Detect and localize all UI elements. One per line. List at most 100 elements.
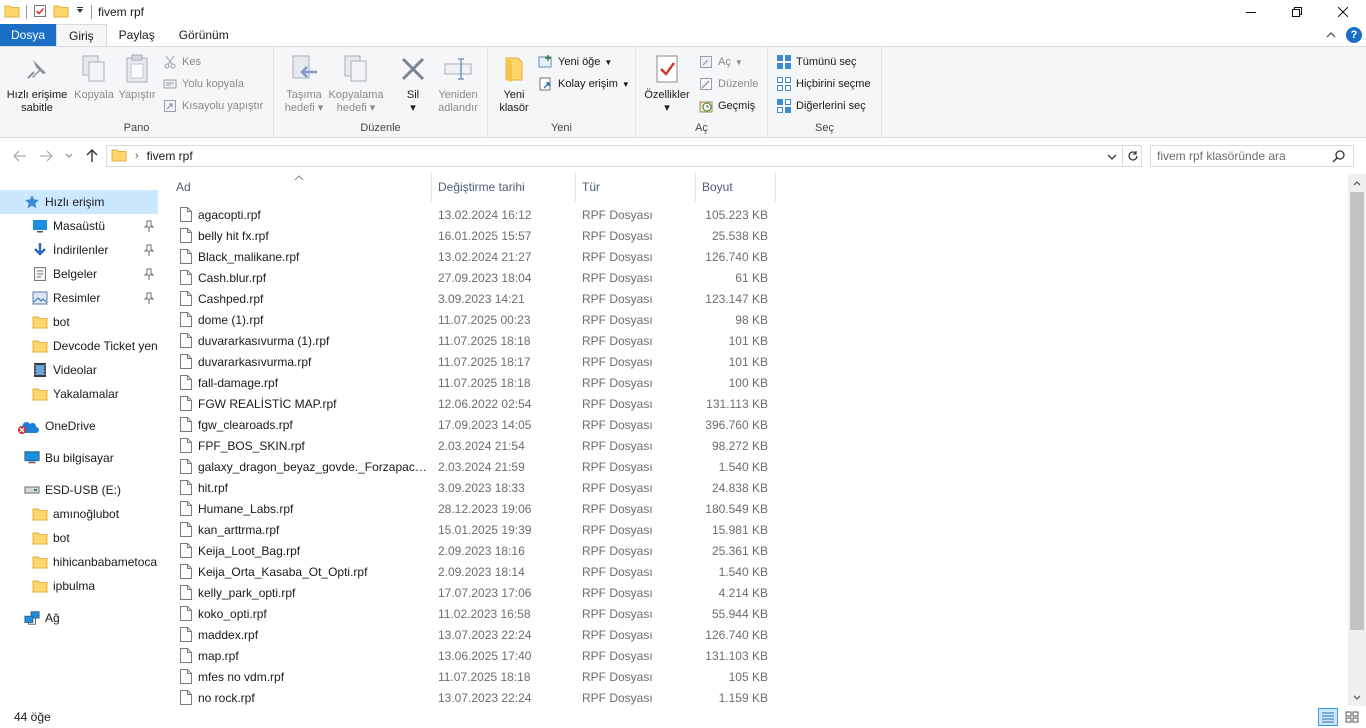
file-row[interactable]: duvararkasıvurma.rpf 11.07.2025 18:17 RPF … bbox=[176, 352, 776, 373]
column-header-modified[interactable]: Değiştirme tarihi bbox=[432, 172, 576, 202]
title-bar: fivem rpf bbox=[0, 0, 1366, 24]
address-dropdown-icon[interactable] bbox=[1107, 150, 1117, 164]
file-row[interactable]: fall-damage.rpf 11.07.2025 18:18 RPF Dosya… bbox=[176, 373, 776, 394]
file-row[interactable]: Cashped.rpf 3.09.2023 14:21 RPF Dosyası 123… bbox=[176, 289, 776, 310]
paste-button[interactable]: Yapıştır bbox=[116, 53, 158, 102]
file-row[interactable]: Cash.blur.rpf 27.09.2023 18:04 RPF Dosyası… bbox=[176, 268, 776, 289]
vertical-scrollbar[interactable] bbox=[1348, 174, 1366, 706]
file-row[interactable]: galaxy_dragon_beyaz_govde._Forzapack_...… bbox=[176, 457, 776, 478]
tab-file[interactable]: Dosya bbox=[0, 24, 56, 46]
scrollbar-thumb[interactable] bbox=[1350, 192, 1364, 630]
nav-item[interactable]: Hızlı erişim bbox=[0, 190, 158, 214]
cut-button[interactable]: Kes bbox=[162, 53, 201, 71]
nav-item[interactable]: İndirilenler bbox=[0, 238, 158, 262]
history-button[interactable]: Geçmiş bbox=[698, 97, 755, 115]
file-row[interactable]: map.rpf 13.06.2025 17:40 RPF Dosyası 131.10… bbox=[176, 646, 776, 667]
column-header-name[interactable]: Ad bbox=[170, 172, 432, 202]
delete-button[interactable]: Sil ▾ bbox=[394, 53, 432, 115]
nav-item[interactable]: amınoğlubot bbox=[0, 502, 158, 526]
large-icons-view-button[interactable] bbox=[1342, 708, 1362, 726]
restore-button[interactable] bbox=[1274, 0, 1320, 24]
properties-button[interactable]: Özellikler ▾ bbox=[640, 53, 694, 115]
tab-home[interactable]: Giriş bbox=[56, 24, 107, 46]
nav-item[interactable]: bot bbox=[0, 310, 158, 334]
column-header-type[interactable]: Tür bbox=[576, 172, 696, 202]
file-name: duvararkasıvurma (1).rpf bbox=[198, 334, 330, 348]
tab-view[interactable]: Görünüm bbox=[167, 24, 241, 46]
file-row[interactable]: Black_malikane.rpf 13.02.2024 21:27 RPF Do… bbox=[176, 247, 776, 268]
open-button[interactable]: Aç ▼ bbox=[698, 53, 743, 71]
pin-quick-access-button[interactable]: Hızlı erişime sabitle bbox=[4, 53, 70, 115]
search-input[interactable]: fivem rpf klasöründe ara bbox=[1150, 145, 1354, 167]
properties-icon[interactable] bbox=[33, 4, 47, 21]
nav-item[interactable]: Devcode Ticket yen bbox=[0, 334, 158, 358]
file-row[interactable]: belly hit fx.rpf 16.01.2025 15:57 RPF Dosy… bbox=[176, 226, 776, 247]
nav-item[interactable]: bot bbox=[0, 526, 158, 550]
paste-shortcut-button[interactable]: Kısayolu yapıştır bbox=[162, 97, 263, 115]
file-row[interactable]: fgw_clearoads.rpf 17.09.2023 14:05 RPF Dos… bbox=[176, 415, 776, 436]
file-row[interactable]: FPF_BOS_SKIN.rpf 2.03.2024 21:54 RPF Dosya… bbox=[176, 436, 776, 457]
folder-icon bbox=[32, 506, 48, 522]
minimize-button[interactable] bbox=[1228, 0, 1274, 24]
nav-item[interactable]: ipbulma bbox=[0, 574, 158, 598]
copy-path-button[interactable]: Yolu kopyala bbox=[162, 75, 244, 93]
file-row[interactable]: agacopti.rpf 13.02.2024 16:12 RPF Dosyası 1… bbox=[176, 205, 776, 226]
new-folder-button[interactable]: Yeni klasör bbox=[492, 53, 536, 115]
file-row[interactable]: kelly_park_opti.rpf 17.07.2023 17:06 RPF D… bbox=[176, 583, 776, 604]
collapse-ribbon-icon[interactable] bbox=[1326, 28, 1336, 42]
refresh-icon[interactable] bbox=[1122, 145, 1142, 167]
copy-to-button[interactable]: Kopyalama hedefi ▾ bbox=[326, 53, 386, 115]
up-button[interactable] bbox=[82, 147, 102, 165]
select-all-button[interactable]: Tümünü seç bbox=[776, 53, 857, 71]
help-icon[interactable]: ? bbox=[1346, 27, 1362, 43]
invert-selection-button[interactable]: Diğerlerini seç bbox=[776, 97, 866, 115]
file-type: RPF Dosyası bbox=[582, 376, 653, 390]
breadcrumb-current[interactable]: fivem rpf bbox=[147, 149, 193, 163]
file-row[interactable]: duvararkasıvurma (1).rpf 11.07.2025 18:18… bbox=[176, 331, 776, 352]
nav-item[interactable]: Resimler bbox=[0, 286, 158, 310]
chevron-down-icon[interactable] bbox=[75, 5, 85, 19]
nav-item[interactable]: Masaüstü bbox=[0, 214, 158, 238]
nav-item[interactable]: Yakalamalar bbox=[0, 382, 158, 406]
close-button[interactable] bbox=[1320, 0, 1366, 24]
recent-locations-button[interactable] bbox=[62, 147, 76, 165]
new-item-button[interactable]: Yeni öğe ▼ bbox=[538, 53, 612, 71]
file-row[interactable]: Keija_Loot_Bag.rpf 2.09.2023 18:16 RPF Dos… bbox=[176, 541, 776, 562]
nav-item[interactable]: OneDrive bbox=[0, 414, 158, 438]
file-row[interactable]: FGW REALİSTİC MAP.rpf 12.06.2022 02:54 RPF… bbox=[176, 394, 776, 415]
search-icon[interactable] bbox=[1332, 150, 1345, 166]
nav-item[interactable]: Ağ bbox=[0, 606, 158, 630]
address-bar[interactable]: › fivem rpf bbox=[106, 145, 1142, 167]
file-row[interactable]: hit.rpf 3.09.2023 18:33 RPF Dosyası 24.838 … bbox=[176, 478, 776, 499]
details-view-button[interactable] bbox=[1318, 708, 1338, 726]
nav-item[interactable]: hihicanbabametoca bbox=[0, 550, 158, 574]
desktop-icon bbox=[32, 218, 48, 234]
copy-button[interactable]: Kopyala bbox=[72, 53, 116, 102]
nav-item[interactable]: Videolar bbox=[0, 358, 158, 382]
nav-item[interactable]: ESD-USB (E:) bbox=[0, 478, 158, 502]
column-header-size[interactable]: Boyut bbox=[696, 172, 776, 202]
scroll-up-icon[interactable] bbox=[1348, 174, 1366, 191]
edit-button[interactable]: Düzenle bbox=[698, 75, 758, 93]
nav-item[interactable]: Belgeler bbox=[0, 262, 158, 286]
move-to-button[interactable]: Taşıma hedefi ▾ bbox=[278, 53, 330, 115]
new-folder-icon[interactable] bbox=[53, 4, 69, 21]
file-row[interactable]: dome (1).rpf 11.07.2025 00:23 RPF Dosyası 9… bbox=[176, 310, 776, 331]
file-row[interactable]: Humane_Labs.rpf 28.12.2023 19:06 RPF Dosya… bbox=[176, 499, 776, 520]
nav-item[interactable]: Bu bilgisayar bbox=[0, 446, 158, 470]
file-row[interactable]: maddex.rpf 13.07.2023 22:24 RPF Dosyası 126… bbox=[176, 625, 776, 646]
file-row[interactable]: koko_opti.rpf 11.02.2023 16:58 RPF Dosyası… bbox=[176, 604, 776, 625]
file-row[interactable]: no rock.rpf 13.07.2023 22:24 RPF Dosyası 1.… bbox=[176, 688, 776, 706]
file-row[interactable]: Keija_Orta_Kasaba_Ot_Opti.rpf 2.09.2023 1… bbox=[176, 562, 776, 583]
file-row[interactable]: kan_arttrma.rpf 15.01.2025 19:39 RPF Dosya… bbox=[176, 520, 776, 541]
scroll-down-icon[interactable] bbox=[1348, 689, 1366, 706]
group-label-new: Yeni bbox=[550, 122, 572, 134]
back-button[interactable] bbox=[10, 147, 30, 165]
file-row[interactable]: mfes no vdm.rpf 11.07.2025 18:18 RPF Dosya… bbox=[176, 667, 776, 688]
tab-share[interactable]: Paylaş bbox=[107, 24, 167, 46]
select-none-button[interactable]: Hiçbirini seçme bbox=[776, 75, 871, 93]
forward-button[interactable] bbox=[36, 147, 56, 165]
easy-access-button[interactable]: Kolay erişim ▼ bbox=[538, 75, 630, 93]
breadcrumb-separator-icon[interactable]: › bbox=[135, 150, 139, 162]
rename-button[interactable]: Yeniden adlandır bbox=[432, 53, 484, 115]
